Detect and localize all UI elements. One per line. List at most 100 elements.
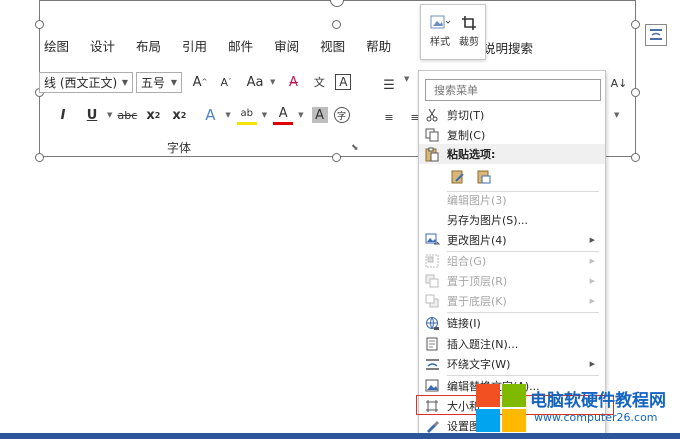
tab-design: 设计 [90,38,116,54]
char-shading-icon: A [311,107,328,123]
highlight-icon: ab [236,105,257,125]
resize-handle-br[interactable] [631,153,640,162]
ribbon-tabs: 绘图 设计 布局 引用 邮件 审阅 视图 帮助 [44,30,412,60]
tab-review: 审阅 [274,38,300,54]
change-case-icon: Aa [246,74,264,90]
font-group-label: 字体 [167,141,192,155]
tell-me-label: 说明搜索 [483,41,534,56]
format-row: I U ▼ abc x2 x2 A ▼ ab ▼ A ▼ A 字 [50,104,353,126]
resize-handle-tl[interactable] [35,20,44,29]
chevron-down-icon: ▼ [121,77,128,87]
chevron-right-icon: ▶ [589,236,595,244]
grow-font-icon: A ^ [192,74,208,90]
mini-toolbar: 样式 裁剪 [420,4,486,60]
crop-button[interactable]: 裁剪 [454,13,484,48]
font-row: 线 (西文正文) ▼ 五号 ▼ A ^ Aˇ Aa ▼ A̶ 文 A [39,71,354,93]
wrap-text-icon [419,358,445,371]
paste-keep-format-icon[interactable] [445,169,471,185]
menu-item-wrap-text[interactable]: 环绕文字(W) ▶ [419,354,605,374]
menu-item-link[interactable]: 链接(I) [419,313,605,333]
resize-handle-tr[interactable] [631,20,640,29]
alt-text-icon [419,379,445,393]
font-name-dropdown: 线 (西文正文) ▼ [39,71,133,93]
search-menu-input[interactable] [425,79,601,101]
strikethrough-icon: abc [117,108,138,122]
superscript-icon: x2 [172,107,187,123]
underline-icon: U [86,107,98,123]
group-icon [419,254,445,268]
menu-item-save-as-picture[interactable]: 另存为图片(S)... [419,210,605,230]
chevron-right-icon: ▶ [589,277,595,285]
chevron-right-icon: ▶ [589,257,595,265]
chevron-down-icon: ▼ [170,77,177,87]
menu-item-copy[interactable]: 复制(C) [419,125,605,145]
dialog-launcher-icon: ⬊ [351,143,359,153]
bullets-icon: ☰ [383,77,395,93]
menu-item-bring-to-front: 置于顶层(R) ▶ [419,271,605,291]
watermark: 电脑软硬件教程网 www.computer26.com [472,382,680,434]
clear-format-icon: A̶ [288,74,298,90]
menu-item-change-picture[interactable]: 更改图片(4) ▶ [419,230,605,250]
tab-layout: 布局 [136,38,162,54]
tab-help: 帮助 [366,38,392,54]
layout-options-button[interactable] [645,24,667,46]
menu-item-paste-options: 粘贴选项: [419,144,605,164]
resize-handle-mr[interactable] [631,88,640,97]
format-picture-icon [419,419,445,433]
font-size-dropdown: 五号 ▼ [136,71,182,93]
chevron-down-icon: ▼ [404,75,410,83]
italic-icon: I [60,107,66,123]
layout-options-icon [650,29,662,40]
chevron-down-icon: ▼ [225,111,231,119]
menu-item-cut[interactable]: 剪切(T) [419,105,605,125]
shrink-font-icon: Aˇ [220,75,232,89]
picture-style-icon [430,15,451,29]
chevron-down-icon: ▼ [298,111,304,119]
resize-handle-bm[interactable] [332,153,341,162]
align-left-icon: ≡ [384,110,394,124]
paste-icon [419,147,445,162]
resize-handle-bl[interactable] [35,153,44,162]
subscript-icon: x2 [146,107,161,123]
menu-item-edit-picture: 编辑图片(3) [447,194,507,207]
style-button[interactable]: 样式 [425,13,455,48]
phonetic-guide-icon: 文 [313,76,325,89]
chevron-down-icon: ▼ [270,78,276,86]
paste-picture-icon[interactable] [471,169,497,185]
chevron-down-icon: ▼ [261,111,268,119]
watermark-url: www.computer26.com [534,411,658,424]
scissors-icon [419,108,445,122]
sort-icon: A↓ [610,76,628,90]
enclose-char-icon: 字 [333,107,350,123]
copy-icon [419,128,445,142]
font-size-value: 五号 [141,75,166,90]
text-effects-icon: A [205,106,216,124]
font-color-icon: A [273,105,294,125]
chevron-down-icon: ▼ [107,111,113,119]
send-back-icon [419,294,445,308]
tab-mailings: 邮件 [228,38,254,54]
menu-item-group: 组合(G) ▶ [419,251,605,271]
chevron-down-icon: ▼ [614,111,620,119]
font-name-value: 线 (西文正文) [44,75,118,90]
resize-handle-tm[interactable] [332,20,341,29]
chevron-right-icon: ▶ [589,360,595,368]
tab-draw: 绘图 [44,38,70,54]
crop-label: 裁剪 [459,37,479,48]
crop-icon [462,16,476,30]
link-icon [419,316,445,331]
bring-front-icon [419,274,445,288]
chevron-right-icon: ▶ [589,297,595,305]
tab-view: 视图 [320,38,346,54]
change-picture-icon [419,233,445,247]
tab-references: 引用 [182,38,208,54]
windows-logo [476,384,526,432]
char-border-icon: A [335,74,352,90]
caption-icon [419,337,445,351]
paragraph-row-1: ☰ ▼ [376,75,411,95]
style-label: 样式 [430,37,450,48]
menu-item-send-to-back: 置于底层(K) ▶ [419,291,605,311]
menu-item-insert-caption[interactable]: 插入题注(N)... [419,334,605,354]
watermark-title: 电脑软硬件教程网 [530,391,666,411]
paste-options-row [419,166,605,188]
